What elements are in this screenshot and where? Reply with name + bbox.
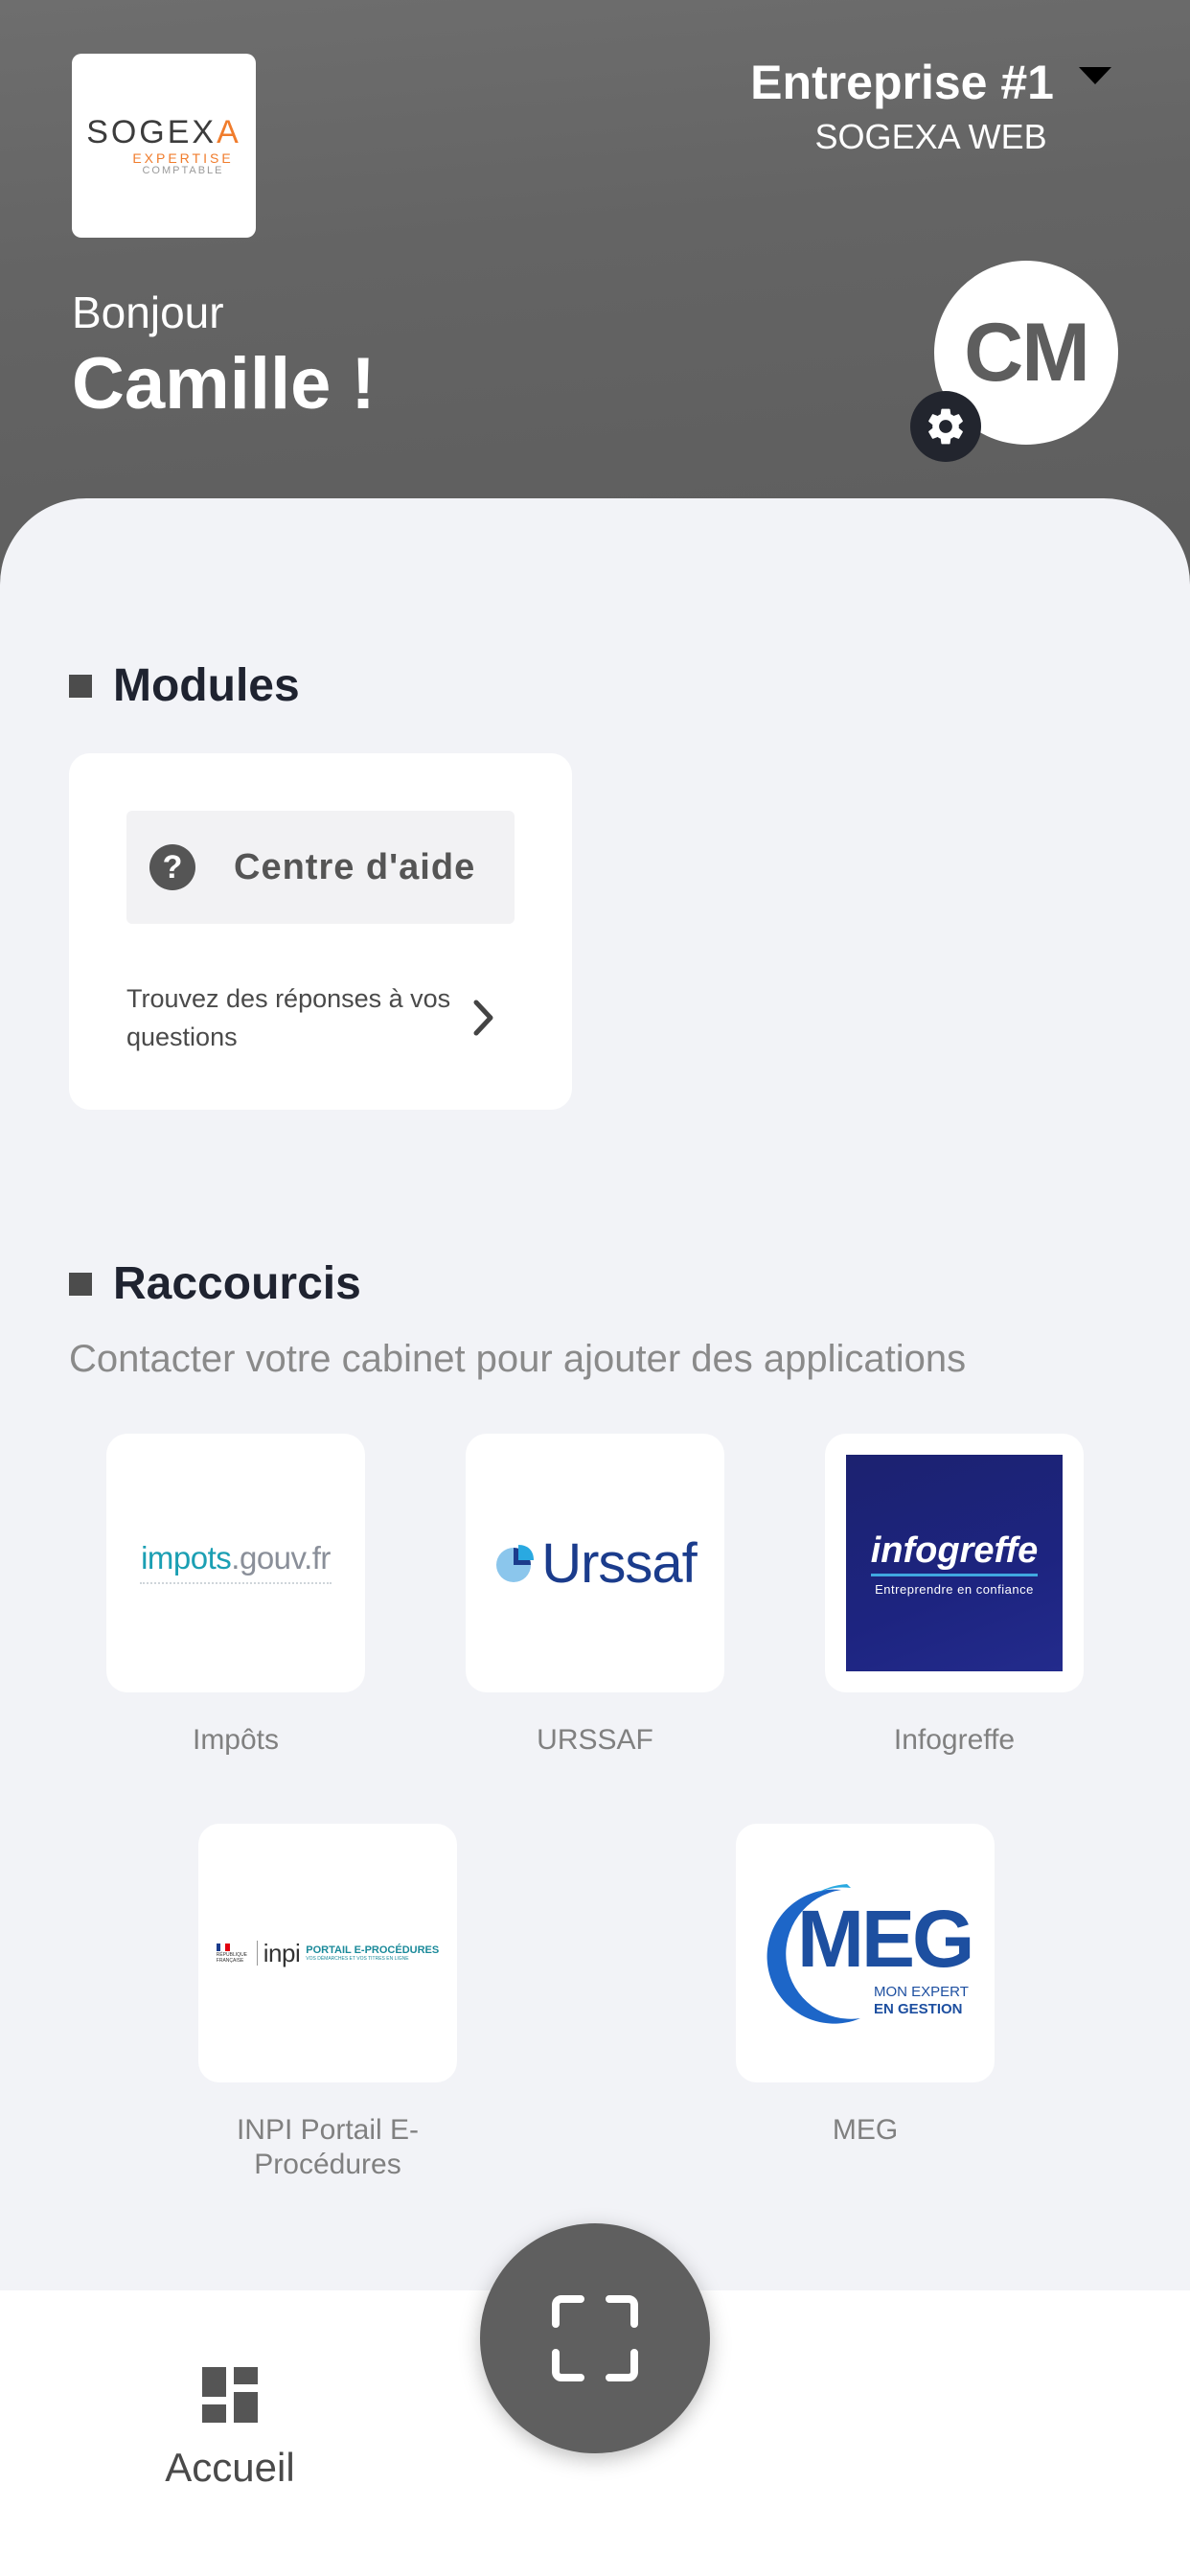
inpi-logo-text: inpi [263, 1938, 301, 1967]
inpi-logo: RÉPUBLIQUE FRANÇAISE inpi PORTAIL E-PROC… [216, 1938, 440, 1968]
urssaf-logo-text: Urssaf [541, 1531, 698, 1595]
help-center-card[interactable]: ? Centre d'aide Trouvez des réponses à v… [69, 753, 572, 1110]
shortcut-label: Impôts [192, 1724, 280, 1756]
nav-item-home[interactable]: Accueil [144, 2367, 316, 2491]
settings-button[interactable] [910, 391, 981, 462]
help-center-label: Centre d'aide [234, 846, 476, 887]
infogreffe-logo-text: infogreffe [870, 1530, 1039, 1576]
section-title-text: Modules [113, 660, 300, 711]
urssaf-logo: Urssaf [493, 1531, 698, 1596]
urssaf-leaf-icon [496, 1545, 535, 1582]
scan-button[interactable] [480, 2223, 710, 2453]
help-center-description: Trouvez des réponses à vos questions [126, 984, 451, 1051]
company-logo: SOGEXA EXPERTISE COMPTABLE [72, 54, 256, 238]
company-subtitle: SOGEXA WEB [814, 117, 1047, 156]
shortcut-impots[interactable]: impots.gouv.fr [106, 1434, 365, 1692]
impots-logo-text: impots [141, 1540, 232, 1576]
logo-text-accent: A [217, 114, 241, 150]
infogreffe-logo: infogreffe Entreprendre en confiance [846, 1455, 1063, 1671]
section-bullet [69, 674, 92, 698]
meg-logo-text: MEG [797, 1894, 974, 1984]
scan-frame-icon [552, 2295, 638, 2381]
gear-icon [928, 408, 963, 445]
section-title-text: Raccourcis [113, 1258, 361, 1309]
impots-logo: impots.gouv.fr [140, 1540, 332, 1586]
question-circle-icon: ? [149, 844, 195, 890]
greeting-text: Bonjour [72, 288, 224, 337]
modules-section-title: Modules [69, 659, 300, 712]
meg-tagline-1: MON EXPERT [874, 1984, 969, 2000]
user-name: Camille ! [72, 343, 376, 425]
meg-tagline-2: EN GESTION [874, 2001, 963, 2017]
inpi-small-text: VOS DÉMARCHES ET VOS TITRES EN LIGNE [306, 1956, 409, 1962]
shortcut-meg[interactable]: MEG MON EXPERT EN GESTION [736, 1824, 995, 2082]
shortcut-label: Infogreffe [893, 1724, 1016, 1756]
company-selector[interactable]: Entreprise #1 SOGEXA WEB [750, 54, 1054, 161]
shortcut-urssaf[interactable]: Urssaf [466, 1434, 724, 1692]
help-center-button[interactable]: ? Centre d'aide [126, 811, 515, 924]
chevron-right-icon[interactable] [471, 999, 496, 1037]
shortcut-label: INPI Portail E-Procédures [236, 2114, 420, 2180]
nav-item-label: Accueil [165, 2445, 295, 2490]
shortcut-label: MEG [832, 2114, 899, 2146]
shortcuts-section-title: Raccourcis [69, 1257, 361, 1310]
dashboard-icon [202, 2367, 258, 2423]
french-flag-icon [216, 1943, 230, 1951]
rf-text: RÉPUBLIQUE FRANÇAISE [216, 1951, 248, 1964]
shortcuts-subtitle: Contacter votre cabinet pour ajouter des… [69, 1338, 967, 1380]
section-bullet [69, 1272, 92, 1296]
caret-down-icon[interactable] [1079, 67, 1111, 84]
impots-logo-underline [140, 1582, 332, 1586]
shortcut-inpi[interactable]: RÉPUBLIQUE FRANÇAISE inpi PORTAIL E-PROC… [198, 1824, 457, 2082]
shortcut-label: URSSAF [537, 1724, 653, 1756]
company-name: Entreprise #1 [750, 56, 1054, 109]
logo-subtext-2: COMPTABLE [142, 165, 224, 176]
shortcut-infogreffe[interactable]: infogreffe Entreprendre en confiance [825, 1434, 1084, 1692]
logo-text: SOGEX [86, 114, 217, 150]
inpi-tagline: PORTAIL E-PROCÉDURES [306, 1944, 440, 1956]
impots-logo-domain: .gouv.fr [231, 1540, 331, 1576]
meg-logo: MEG MON EXPERT EN GESTION [755, 1876, 975, 2030]
marianne-logo: RÉPUBLIQUE FRANÇAISE [216, 1943, 249, 1964]
logo-subtext: EXPERTISE [132, 150, 234, 166]
infogreffe-tagline: Entreprendre en confiance [875, 1581, 1034, 1597]
